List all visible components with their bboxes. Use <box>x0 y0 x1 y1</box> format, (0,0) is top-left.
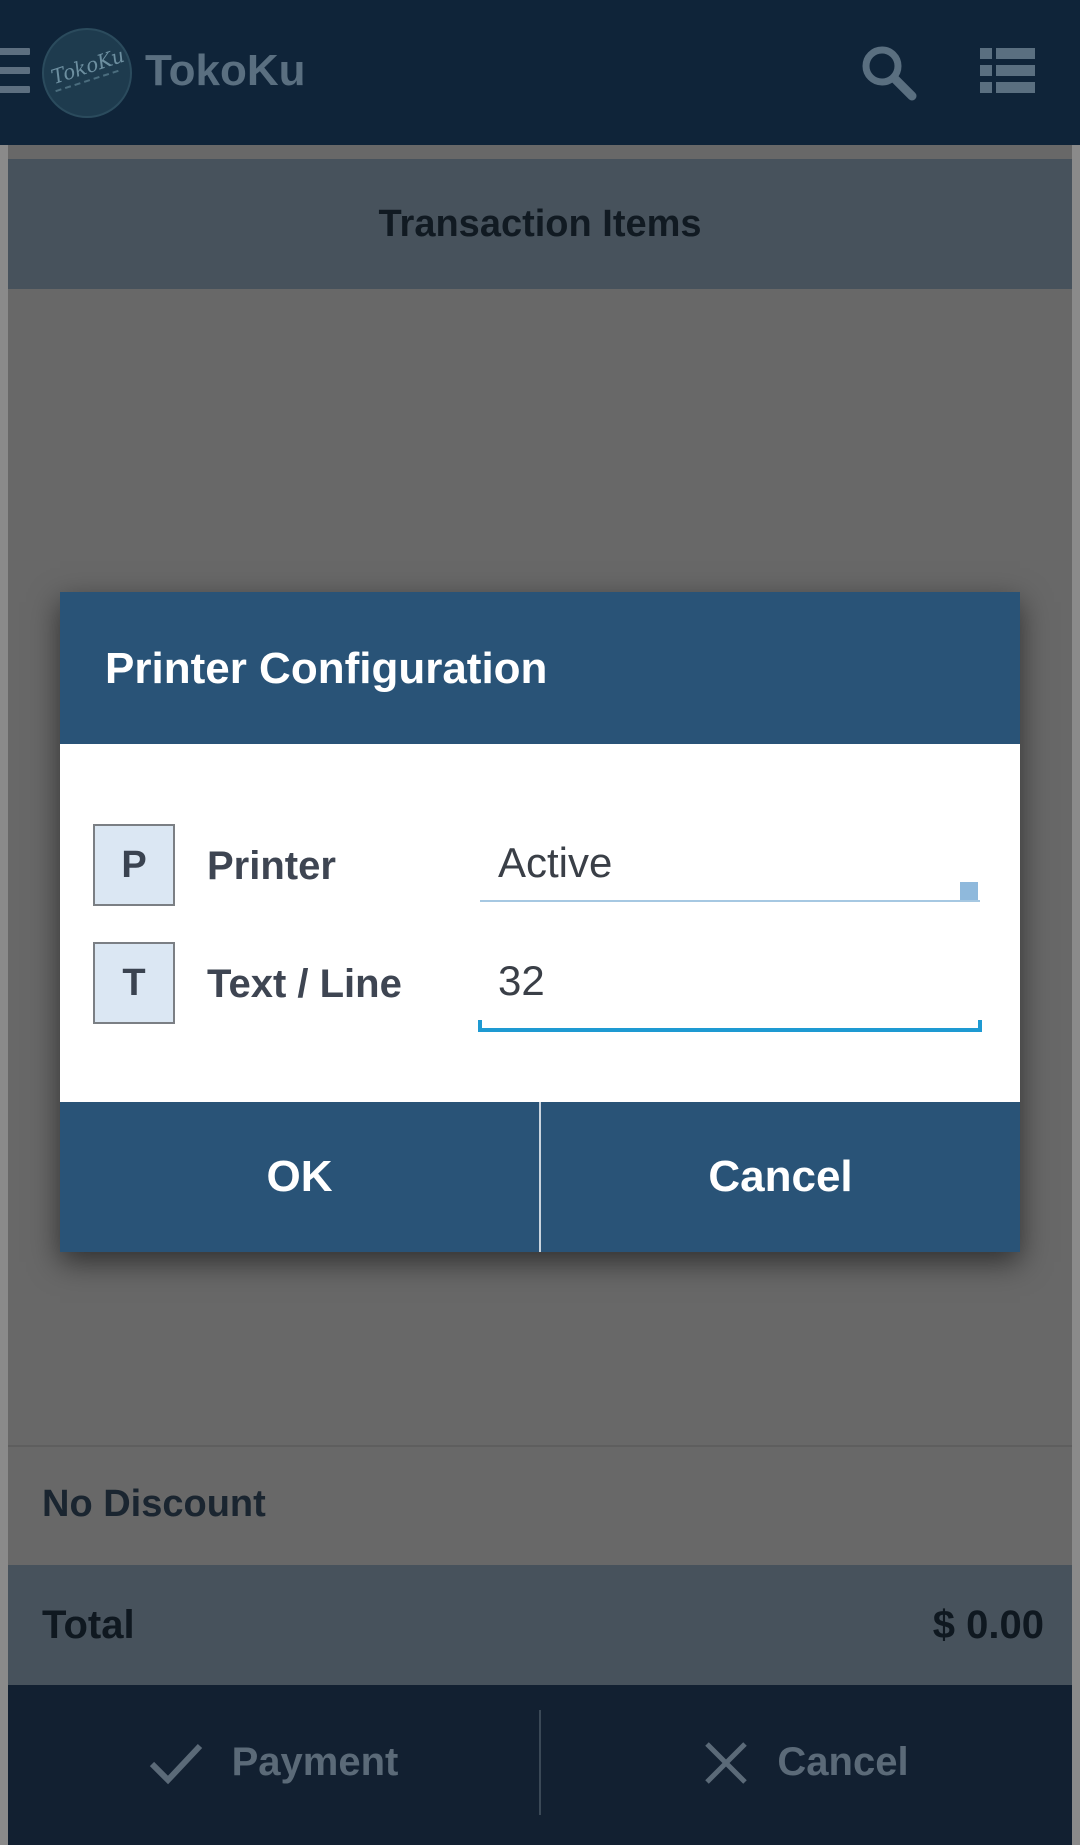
payment-label: Payment <box>231 1740 399 1784</box>
cancel-transaction-label: Cancel <box>777 1740 909 1784</box>
printer-label: Printer <box>207 844 336 888</box>
dialog-header: Printer Configuration <box>60 592 1020 744</box>
text-line-badge: T <box>93 942 175 1024</box>
list-view-icon[interactable] <box>980 48 1035 94</box>
dialog-title: Printer Configuration <box>105 644 548 693</box>
search-icon[interactable] <box>858 42 918 102</box>
total-value: $ 0.00 <box>932 1603 1044 1647</box>
text-line-row: T Text / Line <box>60 942 1020 1032</box>
text-line-label: Text / Line <box>207 962 402 1006</box>
menu-icon[interactable] <box>0 48 30 94</box>
check-icon <box>149 1743 202 1784</box>
printer-select-underline <box>480 900 980 902</box>
transaction-items-header: Transaction Items <box>8 159 1072 289</box>
close-icon <box>705 1741 748 1784</box>
printer-select[interactable] <box>480 824 980 902</box>
total-row: Total $ 0.00 <box>8 1565 1072 1685</box>
printer-configuration-dialog: Printer Configuration P Printer T Text /… <box>60 592 1020 1252</box>
dialog-buttons: OK Cancel <box>60 1102 1020 1252</box>
app-title: TokoKu <box>145 46 306 95</box>
app-bar: TokoKu TokoKu <box>0 0 1080 145</box>
discount-row[interactable]: No Discount <box>8 1445 1072 1562</box>
cancel-transaction-button[interactable]: Cancel <box>541 1685 1071 1840</box>
app-logo: TokoKu <box>42 28 132 118</box>
logo-text: TokoKu <box>48 42 128 90</box>
total-label: Total <box>42 1603 135 1647</box>
discount-label: No Discount <box>42 1483 266 1525</box>
printer-badge: P <box>93 824 175 906</box>
payment-button[interactable]: Payment <box>8 1685 538 1840</box>
text-line-underline <box>478 1020 982 1032</box>
bottom-action-bar: Payment Cancel <box>8 1685 1072 1845</box>
printer-row: P Printer <box>60 824 1020 914</box>
dialog-cancel-button[interactable]: Cancel <box>541 1102 1020 1252</box>
dropdown-arrow-icon[interactable] <box>960 882 978 900</box>
transaction-items-title: Transaction Items <box>378 202 702 245</box>
ok-button[interactable]: OK <box>60 1102 539 1252</box>
text-line-input[interactable] <box>480 942 980 1020</box>
